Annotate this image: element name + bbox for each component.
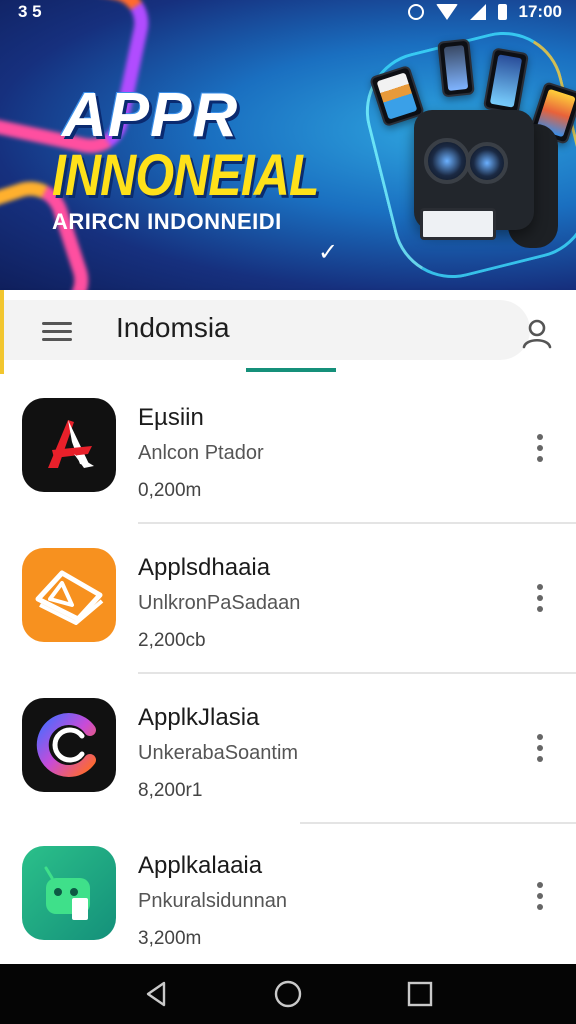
status-bar: 3 5 17:00 — [0, 0, 576, 24]
more-options-icon[interactable] — [528, 584, 552, 614]
status-icons: 17:00 — [407, 2, 562, 22]
list-item[interactable]: Applsdhaaia UnlkronPaSadaan 2,200cb — [0, 524, 576, 674]
list-item[interactable]: Eµsiin Anlcon Ptador 0,200m — [0, 374, 576, 524]
list-item[interactable]: ApplkJlasia UnkerabaSoantim 8,200r1 — [0, 674, 576, 824]
red-a-logo-icon[interactable] — [22, 398, 116, 492]
app-list: Eµsiin Anlcon Ptador 0,200m Applsdhaaia … — [0, 374, 576, 964]
more-options-icon[interactable] — [528, 434, 552, 464]
green-android-logo-icon[interactable] — [22, 846, 116, 940]
status-left-text: 3 5 — [18, 2, 42, 21]
banner-subtitle: INNONEIAL — [52, 143, 319, 208]
alarm-icon — [407, 4, 424, 20]
app-developer: UnkerabaSoantim — [138, 742, 299, 764]
banner-title: APPR — [62, 81, 239, 150]
orange-roof-logo-icon[interactable] — [22, 548, 116, 642]
app-name: ApplkJlasia — [138, 704, 260, 731]
banner-tagline: ARIRCN INDONNEIDI — [52, 209, 282, 234]
promo-banner[interactable]: APPR INNONEIAL ARIRCN INDONNEIDI ✓ 3 5 1… — [0, 0, 576, 290]
checkmark-icon: ✓ — [318, 239, 339, 266]
wifi-icon — [435, 4, 458, 20]
more-options-icon[interactable] — [528, 882, 552, 912]
cell-signal-icon — [469, 4, 486, 20]
app-developer: Pnkuralsidunnan — [138, 890, 287, 912]
app-name: Applkalaaia — [138, 852, 263, 879]
app-name: Eµsiin — [138, 404, 204, 431]
card-tray-illustration — [420, 208, 496, 240]
app-download-count: 8,200r1 — [138, 780, 203, 801]
search-field[interactable] — [4, 300, 530, 360]
battery-icon — [497, 4, 507, 20]
phone-illustration — [437, 38, 475, 98]
app-download-count: 2,200cb — [138, 630, 206, 651]
recents-icon[interactable] — [400, 974, 440, 1014]
more-options-icon[interactable] — [528, 734, 552, 764]
lens-icon — [466, 142, 508, 184]
hamburger-menu-icon[interactable] — [42, 322, 72, 342]
search-bar: Indomsia — [0, 290, 576, 374]
lens-icon — [424, 138, 470, 184]
app-developer: Anlcon Ptador — [138, 442, 264, 464]
list-item[interactable]: Applkalaaia Pnkuralsidunnan 3,200m — [0, 822, 576, 972]
home-icon[interactable] — [268, 974, 308, 1014]
system-navigation-bar — [0, 964, 576, 1024]
account-icon[interactable] — [520, 316, 554, 350]
app-download-count: 0,200m — [138, 480, 202, 501]
active-tab-indicator — [246, 368, 336, 372]
app-download-count: 3,200m — [138, 928, 202, 949]
back-icon[interactable] — [136, 974, 176, 1014]
app-name: Applsdhaaia — [138, 554, 271, 581]
search-query[interactable]: Indomsia — [116, 312, 230, 344]
gradient-c-logo-icon[interactable] — [22, 698, 116, 792]
status-time: 17:00 — [518, 2, 562, 21]
app-developer: UnlkronPaSadaan — [138, 592, 301, 614]
